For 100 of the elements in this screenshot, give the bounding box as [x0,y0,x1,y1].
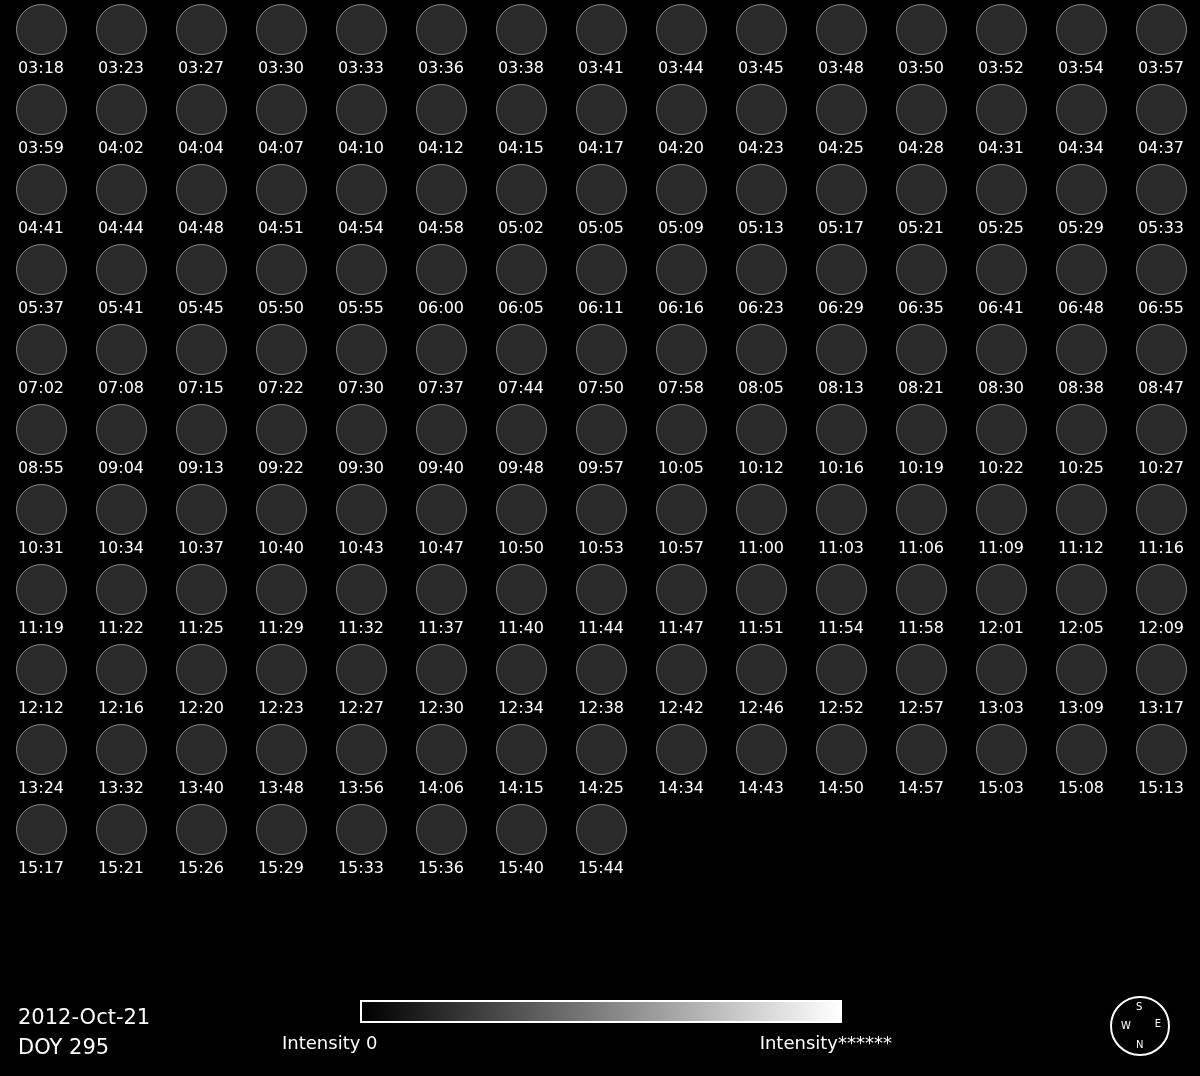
time-label: 04:28 [897,138,945,158]
time-label: 06:48 [1057,298,1105,318]
time-label: 12:01 [977,618,1025,638]
sky-image-placeholder [1055,724,1107,775]
time-label: 06:55 [1137,298,1185,318]
sky-image-placeholder [735,564,787,615]
sky-image-placeholder [255,724,307,775]
time-label: 05:33 [1137,218,1185,238]
sky-image-placeholder [575,404,627,455]
sky-image-placeholder [575,724,627,775]
time-label: 04:20 [657,138,705,158]
time-label: 10:22 [977,458,1025,478]
time-label: 14:50 [817,778,865,798]
time-label: 15:17 [17,858,65,878]
sky-image-placeholder [15,804,67,855]
time-label: 07:02 [17,378,65,398]
time-label: 14:25 [577,778,625,798]
sky-image-placeholder [895,724,947,775]
time-label: 05:41 [97,298,145,318]
sky-image-placeholder [1135,164,1187,215]
compass-letter: W [1121,1020,1131,1032]
time-label: 08:13 [817,378,865,398]
sky-image-placeholder [255,564,307,615]
time-label: 03:18 [17,58,65,78]
sky-image-placeholder [975,244,1027,295]
sky-image-placeholder [255,4,307,55]
time-label: 03:38 [497,58,545,78]
sky-image-placeholder [815,484,867,535]
sky-image-placeholder [1135,724,1187,775]
time-label: 15:13 [1137,778,1185,798]
time-label: 10:05 [657,458,705,478]
sky-image-placeholder [895,484,947,535]
sky-image-placeholder [415,644,467,695]
sky-image-placeholder [895,244,947,295]
sky-image-placeholder [655,244,707,295]
time-label: 04:51 [257,218,305,238]
time-label: 13:24 [17,778,65,798]
sky-image-placeholder [335,404,387,455]
sky-image-placeholder [95,4,147,55]
time-label: 11:58 [897,618,945,638]
sky-image-placeholder [175,484,227,535]
sky-image-placeholder [95,804,147,855]
time-label: 06:16 [657,298,705,318]
sky-image-placeholder [735,84,787,135]
time-label: 03:54 [1057,58,1105,78]
sky-image-placeholder [95,324,147,375]
time-label: 08:38 [1057,378,1105,398]
time-label: 05:09 [657,218,705,238]
sky-image-placeholder [415,564,467,615]
time-label: 04:23 [737,138,785,158]
time-label: 03:30 [257,58,305,78]
time-label: 15:44 [577,858,625,878]
time-label: 12:38 [577,698,625,718]
time-label: 09:04 [97,458,145,478]
sky-image-placeholder [975,644,1027,695]
time-label: 13:09 [1057,698,1105,718]
sky-image-placeholder [1055,164,1107,215]
sky-image-placeholder [975,484,1027,535]
time-label: 04:10 [337,138,385,158]
time-label: 11:00 [737,538,785,558]
sky-image-placeholder [495,244,547,295]
time-label: 12:12 [17,698,65,718]
time-label: 04:44 [97,218,145,238]
sky-image-placeholder [815,244,867,295]
sky-image-placeholder [95,644,147,695]
sky-image-placeholder [655,644,707,695]
intensity-min-label: Intensity 0 [282,1031,378,1055]
time-label: 15:40 [497,858,545,878]
sky-image-placeholder [15,164,67,215]
sky-image-placeholder [255,244,307,295]
sky-image-placeholder [1135,404,1187,455]
time-label: 12:05 [1057,618,1105,638]
sky-image-placeholder [175,564,227,615]
sky-image-placeholder [495,164,547,215]
sky-image-placeholder [975,84,1027,135]
sky-image-placeholder [575,84,627,135]
sky-image-placeholder [95,84,147,135]
sky-image-placeholder [495,324,547,375]
sky-image-placeholder [335,164,387,215]
time-label: 14:57 [897,778,945,798]
time-label: 07:44 [497,378,545,398]
sky-image-placeholder [895,644,947,695]
time-label: 03:44 [657,58,705,78]
sky-image-placeholder [255,324,307,375]
sky-image-placeholder [175,244,227,295]
sky-image-placeholder [655,564,707,615]
sky-image-placeholder [495,804,547,855]
time-label: 08:05 [737,378,785,398]
compass-letter: S [1136,1001,1143,1013]
time-label: 04:54 [337,218,385,238]
time-label: 12:42 [657,698,705,718]
sky-image-placeholder [175,724,227,775]
time-label: 03:27 [177,58,225,78]
sky-image-placeholder [735,644,787,695]
sky-image-placeholder [815,4,867,55]
sky-image-placeholder [975,324,1027,375]
time-label: 13:56 [337,778,385,798]
time-label: 15:33 [337,858,385,878]
time-label: 03:57 [1137,58,1185,78]
sky-image-placeholder [895,4,947,55]
